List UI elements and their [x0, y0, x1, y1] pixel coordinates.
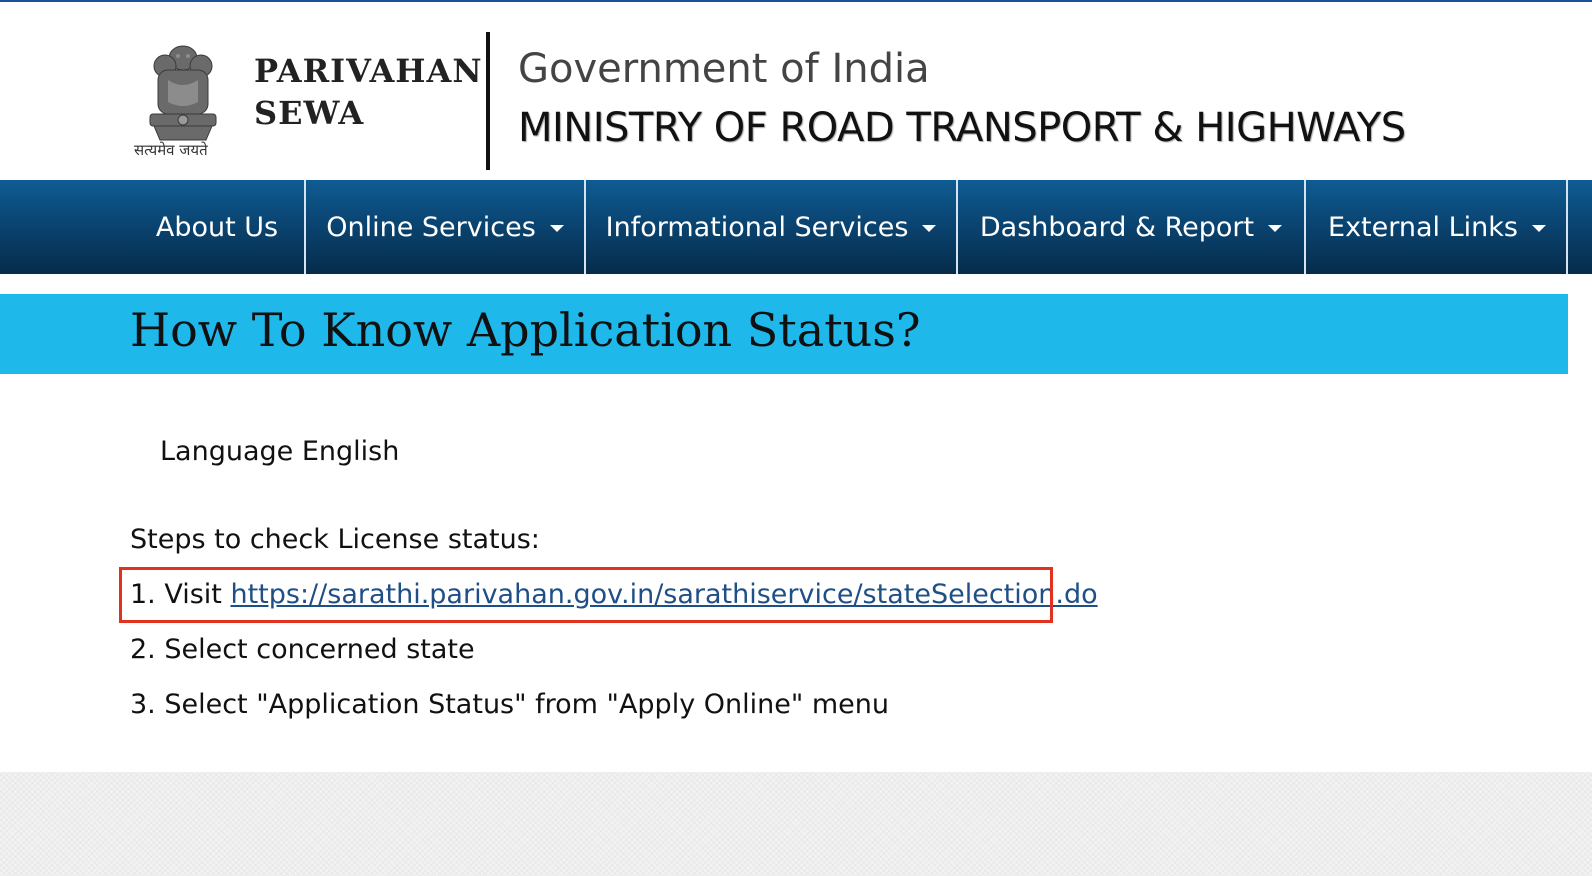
nav-dashboard-report-label: Dashboard & Report [979, 211, 1255, 243]
nav-separator [1566, 180, 1568, 274]
step-1-prefix: 1. Visit [130, 579, 231, 610]
nav-external-links-label: External Links [1328, 211, 1518, 243]
nav-about-us[interactable]: About Us [0, 180, 304, 274]
brand-line-2: SEWA [254, 94, 365, 132]
caret-down-icon [922, 224, 937, 232]
nav-online-services[interactable]: Online Services [306, 180, 584, 274]
footer-pattern [0, 772, 1592, 876]
nav-informational-services[interactable]: Informational Services [586, 180, 956, 274]
caret-down-icon [1268, 224, 1283, 232]
step-1: 1. Visit https://sarathi.parivahan.gov.i… [130, 579, 1098, 610]
step-2: 2. Select concerned state [130, 634, 475, 665]
caret-down-icon [1531, 224, 1546, 232]
nav-online-services-label: Online Services [326, 211, 536, 243]
language-label[interactable]: Language English [160, 436, 399, 467]
steps-heading: Steps to check License status: [130, 524, 540, 555]
brand-line-1: PARIVAHAN [254, 52, 483, 90]
caret-down-icon [549, 224, 564, 232]
emblem-motto: सत्यमेव जयते [134, 141, 208, 159]
main-nav: About Us Online Services Informational S… [0, 180, 1592, 274]
ministry-title: MINISTRY OF ROAD TRANSPORT & HIGHWAYS [518, 105, 1406, 151]
page-title: How To Know Application Status? [130, 303, 921, 357]
nav-informational-services-label: Informational Services [605, 211, 909, 243]
nav-about-us-label: About Us [155, 211, 279, 243]
nav-external-links[interactable]: External Links [1306, 180, 1568, 274]
sarathi-link[interactable]: https://sarathi.parivahan.gov.in/sarathi… [230, 579, 1097, 610]
brand-name[interactable]: PARIVAHAN SEWA [254, 50, 483, 134]
step-3: 3. Select "Application Status" from "App… [130, 689, 889, 720]
page: सत्यमेव जयते PARIVAHAN SEWA Government o… [0, 0, 1592, 876]
nav-dashboard-report[interactable]: Dashboard & Report [958, 180, 1304, 274]
site-header: सत्यमेव जयते PARIVAHAN SEWA Government o… [0, 2, 1592, 180]
page-title-bar: How To Know Application Status? [0, 294, 1568, 374]
header-divider [486, 32, 490, 170]
main-content: Language English Steps to check License … [0, 374, 1592, 772]
government-title: Government of India [518, 46, 930, 92]
